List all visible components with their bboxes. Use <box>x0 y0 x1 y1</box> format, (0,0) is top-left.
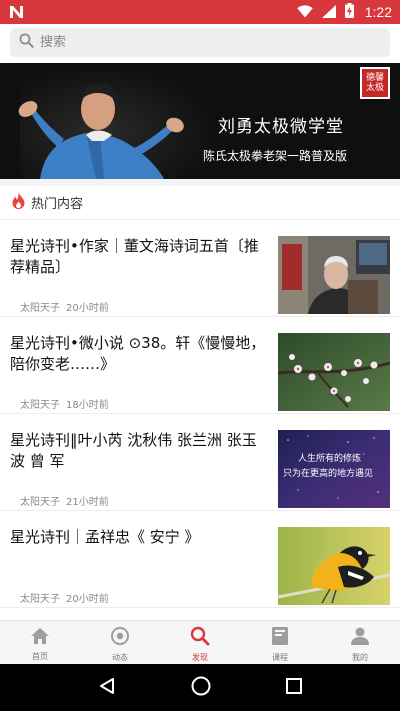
article-item[interactable]: 星光诗刊‖叶小芮 沈秋伟 张兰洲 张玉波 曾 军 太阳天子 21小时前 人生所有的… <box>0 414 400 511</box>
article-meta: 太阳天子 20小时前 <box>20 590 109 605</box>
bird-thumbnail <box>278 527 390 605</box>
nav-home[interactable]: 首页 <box>0 621 80 664</box>
search-icon <box>190 626 210 650</box>
n-icon <box>8 4 24 20</box>
battery-icon <box>344 2 354 22</box>
clock: 1:22 <box>364 4 392 20</box>
article-author: 太阳天子 <box>20 400 60 411</box>
article-time: 18小时前 <box>66 400 109 411</box>
home-icon <box>30 627 50 649</box>
status-bar: 1:22 <box>0 0 400 24</box>
article-author: 太阳天子 <box>20 497 60 508</box>
seal-logo: 德馨 太极 <box>360 67 390 99</box>
search-icon <box>19 33 34 52</box>
article-title: 星光诗刊•作家｜董文海诗词五首〔推荐精品〕 <box>10 237 259 276</box>
nav-label: 我的 <box>352 652 368 662</box>
section-title: 热门内容 <box>31 197 84 212</box>
flame-icon <box>12 192 25 213</box>
article-title: 星光诗刊‖叶小芮 沈秋伟 张兰洲 张玉波 曾 军 <box>10 431 257 470</box>
activity-icon <box>110 626 130 650</box>
article-item[interactable]: 星光诗刊•微小说 ⊙38。轩《慢慢地，陪你变老……》 太阳天子 18小时前 <box>0 317 400 414</box>
nav-label: 发现 <box>192 652 208 662</box>
nav-discover[interactable]: 发现 <box>160 621 240 664</box>
thumbnail-quote-line2: 只为在更高的地方遇见 <box>283 467 373 479</box>
home-circle-icon[interactable] <box>191 676 211 700</box>
thumbnail-quote-line1: 人生所有的修炼 <box>298 452 361 464</box>
nav-label: 课程 <box>272 652 288 662</box>
banner-title: 刘勇太极微学堂 <box>218 117 344 137</box>
user-icon <box>350 626 370 650</box>
article-author: 太阳天子 <box>20 303 60 314</box>
banner-subtitle: 陈氏太极拳老架一路普及版 <box>203 149 348 163</box>
article-time: 20小时前 <box>66 303 109 314</box>
search-area <box>0 24 400 63</box>
man-portrait-thumbnail <box>278 236 390 314</box>
article-time: 21小时前 <box>66 497 109 508</box>
nav-label: 动态 <box>112 652 128 662</box>
article-meta: 太阳天子 21小时前 <box>20 493 109 508</box>
signal-icon <box>321 3 336 22</box>
recents-icon[interactable] <box>286 677 303 698</box>
nav-profile[interactable]: 我的 <box>320 621 400 664</box>
nav-activity[interactable]: 动态 <box>80 621 160 664</box>
article-meta: 太阳天子 18小时前 <box>20 396 109 411</box>
article-author: 太阳天子 <box>20 594 60 605</box>
article-title: 星光诗刊｜孟祥忠《 安宁 》 <box>10 528 200 546</box>
search-bar[interactable] <box>10 28 390 57</box>
article-item[interactable]: 星光诗刊•作家｜董文海诗词五首〔推荐精品〕 太阳天子 20小时前 <box>0 220 400 317</box>
article-title: 星光诗刊•微小说 ⊙38。轩《慢慢地，陪你变老……》 <box>10 334 266 373</box>
starry-sky-quote-thumbnail: 人生所有的修炼 只为在更高的地方遇见 <box>278 430 390 508</box>
blossom-branch-thumbnail <box>278 333 390 411</box>
system-navigation-bar <box>0 664 400 711</box>
bottom-navigation: 首页 动态 发现 课程 我的 <box>0 620 400 664</box>
back-icon[interactable] <box>98 677 116 699</box>
tai-chi-master-figure <box>18 83 184 179</box>
hot-content-header: 热门内容 <box>0 186 400 220</box>
article-time: 20小时前 <box>66 594 109 605</box>
search-input[interactable] <box>40 35 360 50</box>
article-meta: 太阳天子 20小时前 <box>20 299 109 314</box>
nav-courses[interactable]: 课程 <box>240 621 320 664</box>
book-icon <box>271 626 289 650</box>
status-icons: 1:22 <box>297 2 392 22</box>
wifi-icon <box>297 3 313 22</box>
nav-label: 首页 <box>32 651 48 661</box>
banner[interactable]: 刘勇太极微学堂 陈氏太极拳老架一路普及版 德馨 太极 <box>0 63 400 179</box>
article-item[interactable]: 星光诗刊｜孟祥忠《 安宁 》 太阳天子 20小时前 <box>0 511 400 608</box>
section-divider <box>0 179 400 186</box>
